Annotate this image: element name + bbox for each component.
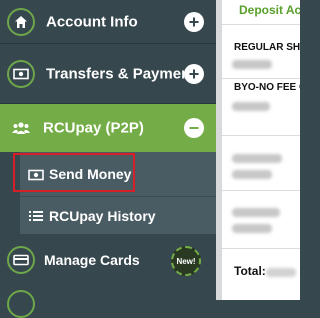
account-label: BYO-NO FEE C <box>234 82 300 93</box>
divider <box>222 190 300 191</box>
home-icon <box>7 8 35 36</box>
panel-title: Deposit Acc <box>239 3 300 17</box>
list-icon <box>29 209 43 227</box>
divider <box>222 248 300 249</box>
collapse-minus-icon[interactable] <box>184 118 204 138</box>
sidebar-subitem-rcupay-history[interactable]: RCUpay History <box>0 197 216 234</box>
sidebar-nav: Account Info Transfers & Payments RCUpay… <box>0 0 216 318</box>
blurred-value <box>232 154 282 163</box>
divider <box>222 135 300 136</box>
blurred-value <box>232 170 272 179</box>
blurred-value <box>266 268 296 277</box>
sidebar-item-rcupay[interactable]: RCUpay (P2P) <box>0 104 216 152</box>
blurred-value <box>232 102 270 111</box>
blurred-value <box>232 208 280 217</box>
expand-plus-icon[interactable] <box>184 12 204 32</box>
sidebar-item-account-info[interactable]: Account Info <box>0 0 216 44</box>
sidebar-item-label: RCUpay (P2P) <box>43 119 144 137</box>
partial-icon <box>7 290 35 318</box>
expand-plus-icon[interactable] <box>184 64 204 84</box>
people-icon <box>12 121 30 140</box>
sidebar-item-label: Account Info <box>46 13 138 30</box>
deposit-accounts-panel: Deposit Acc REGULAR SHA BYO-NO FEE C Tot… <box>222 0 300 300</box>
blurred-value <box>232 60 272 69</box>
sidebar-item-label: RCUpay History <box>49 207 156 224</box>
sidebar-item-transfers-payments[interactable]: Transfers & Payments <box>0 44 216 104</box>
divider <box>222 24 300 25</box>
divider <box>222 78 300 79</box>
sidebar-item-partial[interactable] <box>0 284 216 318</box>
account-label: REGULAR SHA <box>234 42 300 53</box>
card-icon <box>7 246 35 274</box>
sidebar-item-label: Manage Cards <box>44 252 140 268</box>
blurred-value <box>232 224 272 233</box>
total-label: Total: <box>234 264 266 278</box>
new-badge: New! <box>171 246 201 276</box>
money-icon <box>7 60 35 88</box>
sidebar-item-label: Transfers & Payments <box>46 65 204 82</box>
highlight-annotation <box>13 153 135 192</box>
